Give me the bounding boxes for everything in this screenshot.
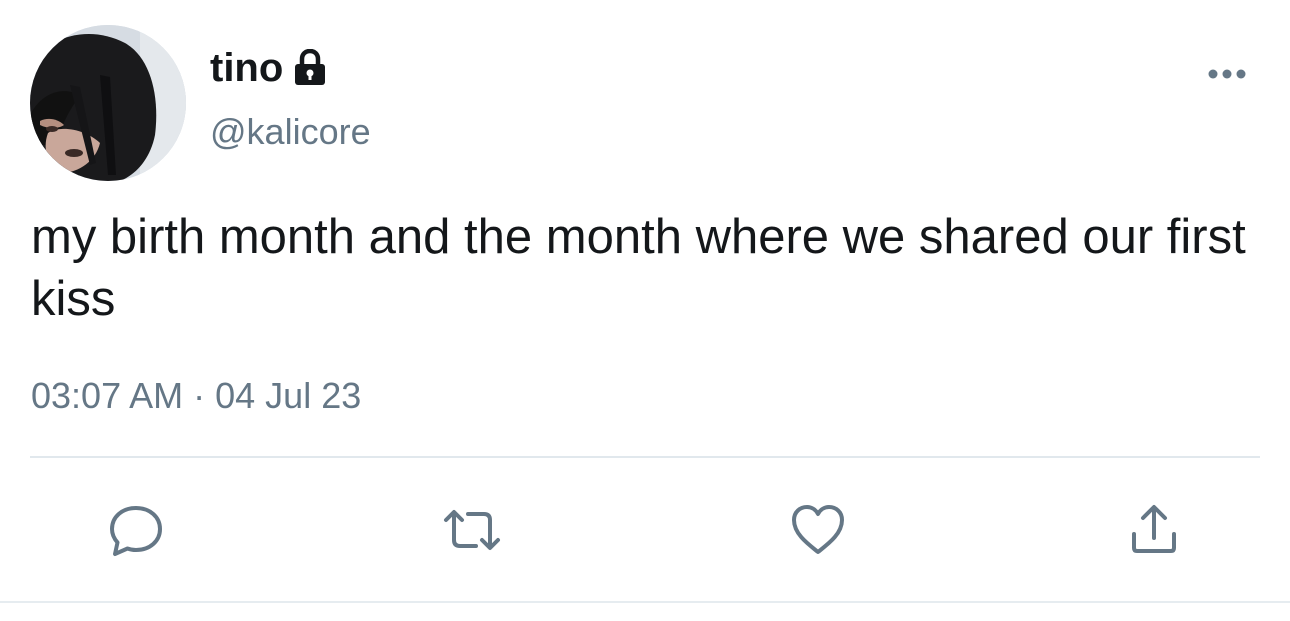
divider — [30, 456, 1260, 458]
display-name-text: tino — [210, 46, 284, 90]
display-name[interactable]: tino — [210, 44, 327, 92]
lock-icon — [293, 48, 327, 87]
heart-icon — [792, 505, 844, 554]
bottom-divider — [0, 601, 1290, 603]
avatar[interactable] — [30, 25, 186, 181]
tweet-card: tino @kalicore my birth month and the mo… — [0, 0, 1290, 621]
tweet-text: my birth month and the month where we sh… — [31, 210, 1260, 326]
share-button[interactable] — [1122, 498, 1186, 562]
retweet-button[interactable] — [440, 498, 504, 562]
avatar-image — [30, 25, 186, 181]
like-button[interactable] — [786, 498, 850, 562]
user-handle[interactable]: @kalicore — [210, 110, 371, 154]
reply-button[interactable] — [104, 498, 168, 562]
reply-icon — [110, 506, 162, 556]
retweet-icon — [444, 510, 500, 550]
tweet-time: 03:07 AM — [31, 375, 184, 416]
tweet-timestamp[interactable]: 03:07 AM · 04 Jul 23 — [31, 372, 361, 420]
tweet-date: 04 Jul 23 — [215, 375, 362, 416]
timestamp-separator: · — [193, 375, 206, 416]
share-icon — [1132, 505, 1176, 553]
more-options-icon[interactable] — [1206, 60, 1248, 88]
